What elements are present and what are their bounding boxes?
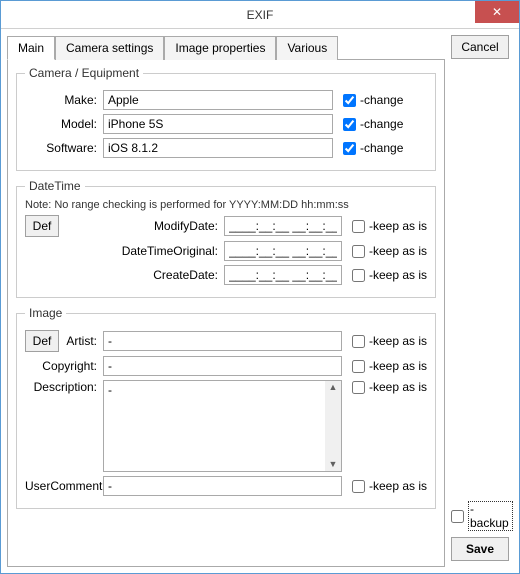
label-backup: -backup	[468, 501, 513, 531]
input-createdate[interactable]	[224, 265, 342, 285]
input-make[interactable]	[103, 90, 333, 110]
label-usercomment: UserComment:	[25, 479, 103, 493]
row-modifydate: Def ModifyDate: -keep as is	[25, 215, 427, 237]
scrollbar-description[interactable]: ▲▼	[325, 381, 341, 471]
input-description[interactable]	[104, 381, 325, 471]
group-datetime: DateTime Note: No range checking is perf…	[16, 179, 436, 298]
checkbox-createdate-keep[interactable]	[352, 269, 365, 282]
label-modifydate-keep: -keep as is	[369, 219, 427, 233]
tab-panel-main: Camera / Equipment Make: -change Model: …	[7, 60, 445, 567]
dialog-body: Main Camera settings Image properties Va…	[1, 29, 519, 573]
checkbox-modifydate-keep[interactable]	[352, 220, 365, 233]
checkbox-description-keep[interactable]	[352, 381, 365, 394]
legend-camera: Camera / Equipment	[25, 66, 143, 80]
label-description-keep: -keep as is	[369, 380, 427, 394]
group-camera-equipment: Camera / Equipment Make: -change Model: …	[16, 66, 436, 171]
right-column: Cancel -backup Save	[451, 35, 513, 567]
legend-datetime: DateTime	[25, 179, 85, 193]
exif-dialog: EXIF ✕ Main Camera settings Image proper…	[0, 0, 520, 574]
group-image: Image Def Artist: -keep as is Copyright:…	[16, 306, 436, 509]
input-copyright[interactable]	[103, 356, 342, 376]
datetime-note: Note: No range checking is performed for…	[25, 199, 427, 211]
row-description: Description: ▲▼ -keep as is	[25, 380, 427, 472]
label-copyright: Copyright:	[25, 359, 103, 373]
tab-camera-settings[interactable]: Camera settings	[55, 36, 164, 60]
row-artist: Def Artist: -keep as is	[25, 330, 427, 352]
label-software: Software:	[25, 141, 103, 155]
label-make: Make:	[25, 93, 103, 107]
checkbox-model-change[interactable]	[343, 118, 356, 131]
checkbox-datetimeoriginal-keep[interactable]	[352, 245, 365, 258]
label-description: Description:	[25, 380, 103, 394]
checkbox-copyright-keep[interactable]	[352, 360, 365, 373]
scroll-up-icon: ▲	[329, 383, 338, 392]
label-artist: Artist:	[65, 334, 103, 348]
input-datetimeoriginal[interactable]	[224, 241, 342, 261]
tab-various[interactable]: Various	[276, 36, 338, 60]
cancel-button[interactable]: Cancel	[451, 35, 509, 59]
close-icon: ✕	[492, 5, 502, 19]
label-model: Model:	[25, 117, 103, 131]
input-model[interactable]	[103, 114, 333, 134]
row-createdate: CreateDate: -keep as is	[25, 265, 427, 285]
input-usercomment[interactable]	[103, 476, 342, 496]
def-button-image[interactable]: Def	[25, 330, 59, 352]
input-artist[interactable]	[103, 331, 342, 351]
label-createdate-keep: -keep as is	[369, 268, 427, 282]
window-title: EXIF	[247, 8, 274, 22]
backup-checkbox-wrap[interactable]: -backup	[451, 501, 513, 531]
label-model-change: -change	[360, 117, 403, 131]
label-createdate: CreateDate:	[153, 268, 224, 282]
save-button[interactable]: Save	[451, 537, 509, 561]
input-software[interactable]	[103, 138, 333, 158]
row-software: Software: -change	[25, 138, 427, 158]
scroll-down-icon: ▼	[329, 460, 338, 469]
label-datetimeoriginal-keep: -keep as is	[369, 244, 427, 258]
label-usercomment-keep: -keep as is	[369, 479, 427, 493]
checkbox-make-change[interactable]	[343, 94, 356, 107]
row-datetimeoriginal: DateTimeOriginal: -keep as is	[25, 241, 427, 261]
tab-main[interactable]: Main	[7, 36, 55, 60]
row-make: Make: -change	[25, 90, 427, 110]
input-description-wrap: ▲▼	[103, 380, 342, 472]
row-model: Model: -change	[25, 114, 427, 134]
label-software-change: -change	[360, 141, 403, 155]
titlebar: EXIF ✕	[1, 1, 519, 29]
label-make-change: -change	[360, 93, 403, 107]
label-modifydate: ModifyDate:	[154, 219, 224, 233]
legend-image: Image	[25, 306, 66, 320]
def-button-datetime[interactable]: Def	[25, 215, 59, 237]
checkbox-backup[interactable]	[451, 510, 464, 523]
checkbox-artist-keep[interactable]	[352, 335, 365, 348]
label-datetimeoriginal: DateTimeOriginal:	[122, 244, 224, 258]
close-button[interactable]: ✕	[475, 1, 519, 23]
checkbox-software-change[interactable]	[343, 142, 356, 155]
checkbox-usercomment-keep[interactable]	[352, 480, 365, 493]
tab-image-properties[interactable]: Image properties	[164, 36, 276, 60]
label-copyright-keep: -keep as is	[369, 359, 427, 373]
input-modifydate[interactable]	[224, 216, 342, 236]
tab-strip: Main Camera settings Image properties Va…	[7, 35, 445, 60]
left-column: Main Camera settings Image properties Va…	[7, 35, 445, 567]
row-usercomment: UserComment: -keep as is	[25, 476, 427, 496]
row-copyright: Copyright: -keep as is	[25, 356, 427, 376]
label-artist-keep: -keep as is	[369, 334, 427, 348]
